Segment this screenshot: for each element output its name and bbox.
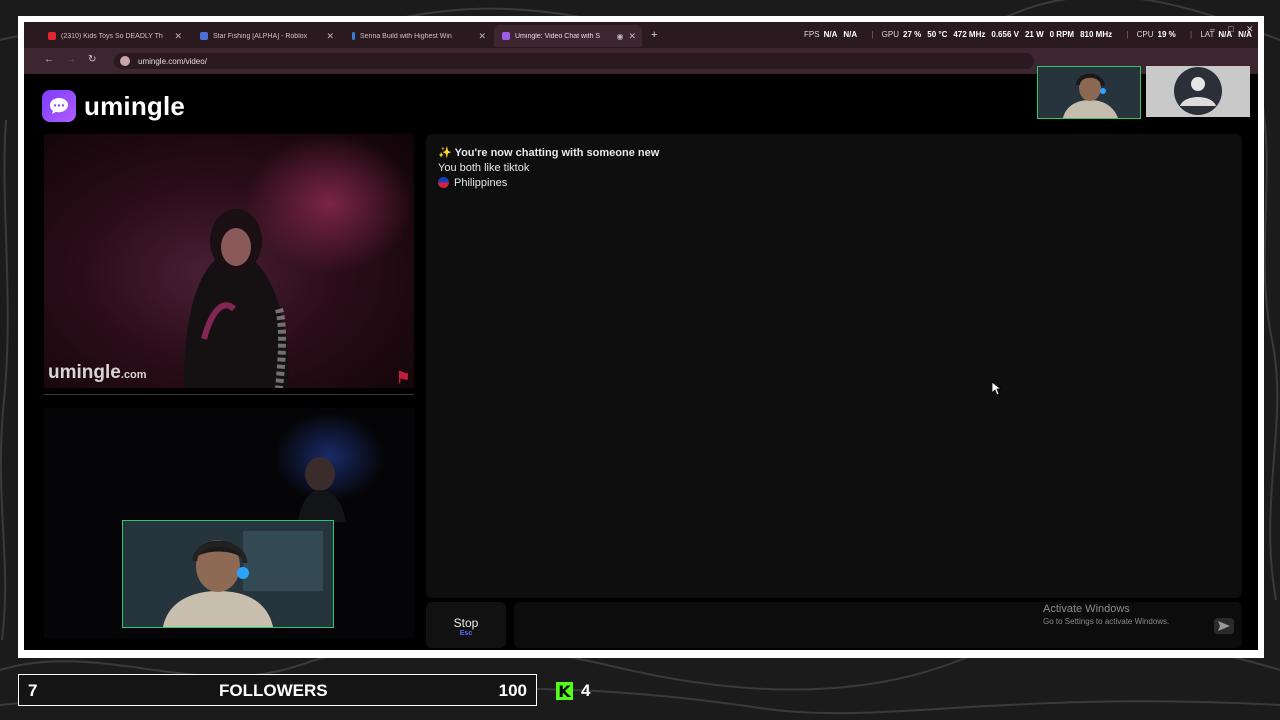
- chat-bubble-icon: [42, 90, 76, 122]
- tab-senna-build[interactable]: Senna Build with Highest Win ✕: [344, 25, 492, 47]
- secondary-webcam: [1146, 66, 1250, 117]
- close-tab-icon[interactable]: ✕: [326, 31, 334, 42]
- gpu-usage: 27 %: [903, 30, 922, 39]
- site-icon: [352, 32, 355, 40]
- followers-goal-bar: 7 FOLLOWERS 100: [18, 674, 537, 706]
- report-flag-icon[interactable]: ⚑: [396, 368, 410, 388]
- stop-label: Stop: [453, 616, 479, 630]
- close-tab-icon[interactable]: ✕: [478, 31, 486, 42]
- close-window-button[interactable]: ✕: [1246, 24, 1254, 35]
- video-divider: [44, 394, 414, 395]
- fps-label: FPS: [804, 30, 820, 39]
- youtube-icon: [48, 32, 56, 40]
- chat-panel: ✨ You're now chatting with someone new Y…: [426, 134, 1242, 598]
- new-tab-button[interactable]: +: [651, 29, 657, 41]
- stop-shortcut: Esc: [459, 630, 473, 637]
- stranger-video: [44, 134, 414, 388]
- background-person: [298, 457, 346, 522]
- activate-title: Activate Windows: [1043, 603, 1130, 615]
- stream-frame: (2310) Kids Toys So DEADLY Th ✕ Star Fis…: [18, 16, 1264, 658]
- self-camera-pip[interactable]: [122, 520, 334, 628]
- gpu-power: 21 W: [1024, 30, 1044, 39]
- country-text: Philippines: [454, 177, 508, 189]
- tab-bar: (2310) Kids Toys So DEADLY Th ✕ Star Fis…: [24, 22, 1258, 48]
- watermark-suffix: .com: [120, 369, 147, 381]
- activate-subtitle: Go to Settings to activate Windows.: [1043, 617, 1170, 626]
- cpu-label: CPU: [1136, 30, 1154, 39]
- mouse-cursor-icon: [992, 382, 1002, 396]
- logo-text: umingle: [84, 90, 186, 121]
- cpu-usage: 19 %: [1157, 30, 1176, 39]
- new-chat-text: You're now chatting with someone new: [454, 147, 660, 159]
- send-button[interactable]: [1214, 618, 1234, 634]
- kick-count: 4: [581, 681, 591, 700]
- gpu-temp: 50 °C: [927, 30, 948, 39]
- url-text: umingle.com/video/: [138, 56, 207, 66]
- audio-icon[interactable]: ◉: [616, 32, 623, 41]
- close-tab-icon[interactable]: ✕: [628, 31, 636, 42]
- followers-label: FOLLOWERS: [219, 681, 328, 700]
- gpu-mem: 810 MHz: [1080, 30, 1113, 39]
- kick-logo-icon: K: [556, 682, 573, 701]
- country-message: Philippines: [438, 177, 507, 189]
- gpu-volt: 0.656 V: [991, 30, 1019, 39]
- forward-arrow-icon[interactable]: →: [66, 54, 76, 65]
- followers-current: 7: [28, 681, 38, 700]
- activate-windows-watermark: Activate Windows Go to Settings to activ…: [1043, 603, 1169, 626]
- common-interest-message: You both like tiktok: [438, 162, 530, 174]
- tab-youtube[interactable]: (2310) Kids Toys So DEADLY Th ✕: [40, 25, 188, 47]
- stop-button[interactable]: Stop Esc: [426, 602, 506, 648]
- fps-value: N/A: [823, 30, 838, 39]
- tab-label: Umingle: Video Chat with S: [515, 32, 601, 40]
- gpu-label: GPU: [881, 30, 900, 39]
- url-field[interactable]: umingle.com/video/: [114, 53, 1034, 69]
- philippines-flag-icon: [438, 177, 449, 188]
- umingle-logo[interactable]: umingle: [42, 90, 185, 122]
- back-arrow-icon[interactable]: ←: [44, 54, 54, 65]
- roblox-icon: [200, 32, 208, 40]
- tab-label: Senna Build with Highest Win: [360, 32, 452, 40]
- tab-label: Star Fishing [ALPHA] - Roblox: [213, 32, 308, 40]
- followers-goal: 100: [498, 681, 527, 700]
- tab-roblox[interactable]: Star Fishing [ALPHA] - Roblox ✕: [192, 25, 340, 47]
- close-tab-icon[interactable]: ✕: [174, 31, 182, 42]
- tab-label: (2310) Kids Toys So DEADLY Th: [61, 32, 163, 40]
- site-info-icon[interactable]: [120, 56, 130, 66]
- minimize-button[interactable]: –: [1210, 24, 1215, 34]
- fps-value-2: N/A: [843, 30, 858, 39]
- gpu-fan: 0 RPM: [1049, 30, 1075, 39]
- stranger-person: [184, 209, 289, 388]
- chat-system-message: ✨ You're now chatting with someone new: [438, 146, 659, 159]
- hardware-stats-overlay: FPS N/A N/A | GPU 27 % 50 °C 472 MHz 0.656 V 21…: [804, 30, 1252, 39]
- browser-window: (2310) Kids Toys So DEADLY Th ✕ Star Fis…: [24, 22, 1258, 650]
- umingle-watermark: umingle.com: [48, 362, 147, 384]
- send-icon: [1218, 621, 1230, 631]
- watermark-text: umingle: [48, 362, 121, 383]
- tab-umingle[interactable]: Umingle: Video Chat with S ◉ ✕: [494, 25, 642, 47]
- streamer-webcam: [1037, 66, 1141, 119]
- gpu-clock: 472 MHz: [953, 30, 986, 39]
- umingle-icon: [502, 32, 510, 40]
- sparkle-icon: ✨: [438, 147, 452, 159]
- reload-icon[interactable]: ↻: [88, 54, 96, 65]
- maximize-button[interactable]: □: [1228, 24, 1233, 34]
- kick-viewers: K 4: [556, 681, 590, 701]
